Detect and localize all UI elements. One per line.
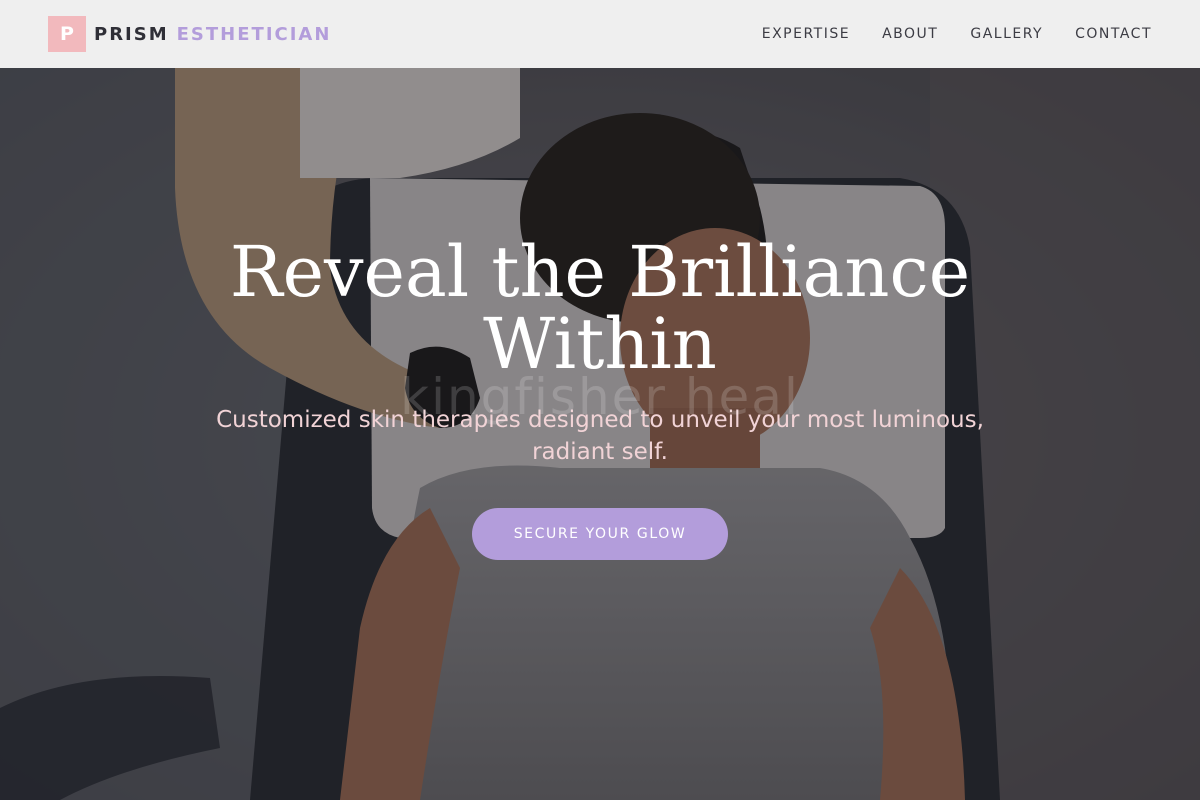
site-header: P PRISM ESTHETICIAN EXPERTISE ABOUT GALL… xyxy=(0,0,1200,68)
main-nav: EXPERTISE ABOUT GALLERY CONTACT xyxy=(762,26,1152,42)
nav-link-expertise[interactable]: EXPERTISE xyxy=(762,26,850,42)
hero-content: kingfisher heal Reveal the Brilliance Wi… xyxy=(0,68,1200,800)
nav-link-gallery[interactable]: GALLERY xyxy=(970,26,1043,42)
nav-link-contact[interactable]: CONTACT xyxy=(1075,26,1152,42)
brand-name-secondary: ESTHETICIAN xyxy=(176,23,332,45)
secure-your-glow-button[interactable]: SECURE YOUR GLOW xyxy=(472,508,728,560)
hero-title: Reveal the Brilliance Within xyxy=(229,231,971,385)
hero-subtitle: Customized skin therapies designed to un… xyxy=(216,407,984,465)
brand-name-primary: PRISM xyxy=(94,23,169,45)
brand-logo[interactable]: P PRISM ESTHETICIAN xyxy=(48,16,331,52)
logo-mark: P xyxy=(48,16,86,52)
nav-link-about[interactable]: ABOUT xyxy=(882,26,938,42)
